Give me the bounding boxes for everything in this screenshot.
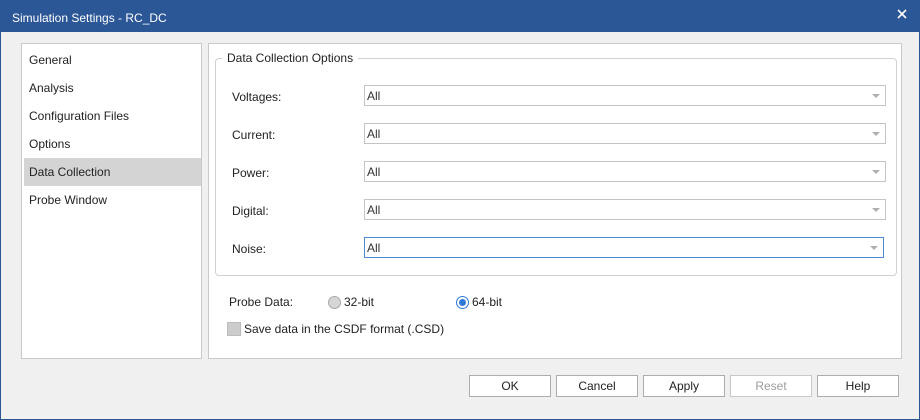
chevron-down-icon: [872, 170, 880, 174]
csdf-checkbox[interactable]: Save data in the CSDF format (.CSD): [227, 322, 444, 336]
chevron-down-icon: [872, 208, 880, 212]
radio-32-bit[interactable]: 32-bit: [328, 295, 374, 309]
current-value: All: [367, 127, 381, 141]
chevron-down-icon: [872, 132, 880, 136]
radio-32-bit-label: 32-bit: [344, 295, 375, 309]
nav-item-general[interactable]: General: [24, 46, 201, 74]
voltages-value: All: [367, 89, 381, 103]
nav-item-options[interactable]: Options: [24, 130, 201, 158]
power-value: All: [367, 165, 381, 179]
current-dropdown[interactable]: All: [364, 123, 886, 144]
reset-button[interactable]: Reset: [730, 375, 812, 397]
radio-unchecked-icon: [328, 295, 341, 309]
help-button[interactable]: Help: [817, 375, 899, 397]
chevron-down-icon: [872, 94, 880, 98]
nav-item-analysis[interactable]: Analysis: [24, 74, 201, 102]
probe-data-label: Probe Data:: [229, 295, 294, 309]
noise-value: All: [367, 241, 381, 255]
noise-label: Noise:: [232, 242, 267, 256]
close-icon: [897, 9, 907, 19]
current-label: Current:: [232, 128, 276, 142]
digital-value: All: [367, 203, 381, 217]
digital-label: Digital:: [232, 204, 269, 218]
cancel-button[interactable]: Cancel: [556, 375, 638, 397]
power-label: Power:: [232, 166, 270, 180]
voltages-label: Voltages:: [232, 90, 282, 104]
power-dropdown[interactable]: All: [364, 161, 886, 182]
data-collection-panel: Data Collection Options Voltages: All Cu…: [208, 43, 902, 359]
voltages-dropdown[interactable]: All: [364, 85, 886, 106]
window-title: Simulation Settings - RC_DC: [12, 11, 167, 25]
nav-item-configuration-files[interactable]: Configuration Files: [24, 102, 201, 130]
settings-nav-list: General Analysis Configuration Files Opt…: [21, 43, 202, 359]
digital-dropdown[interactable]: All: [364, 199, 886, 220]
noise-dropdown[interactable]: All: [364, 237, 884, 258]
data-collection-options-group: Data Collection Options Voltages: All Cu…: [215, 51, 897, 276]
radio-64-bit[interactable]: 64-bit: [456, 295, 502, 309]
apply-button[interactable]: Apply: [643, 375, 725, 397]
radio-64-bit-label: 64-bit: [472, 295, 503, 309]
nav-item-probe-window[interactable]: Probe Window: [24, 186, 201, 214]
title-bar[interactable]: Simulation Settings - RC_DC: [1, 1, 919, 32]
ok-button[interactable]: OK: [469, 375, 551, 397]
csdf-checkbox-label: Save data in the CSDF format (.CSD): [244, 322, 445, 336]
nav-item-data-collection[interactable]: Data Collection: [24, 158, 201, 186]
simulation-settings-dialog: Simulation Settings - RC_DC General Anal…: [0, 0, 920, 420]
radio-checked-icon: [456, 295, 469, 309]
close-button[interactable]: [885, 1, 919, 27]
chevron-down-icon: [870, 246, 878, 250]
group-title: Data Collection Options: [222, 51, 359, 65]
checkbox-icon: [227, 322, 241, 336]
